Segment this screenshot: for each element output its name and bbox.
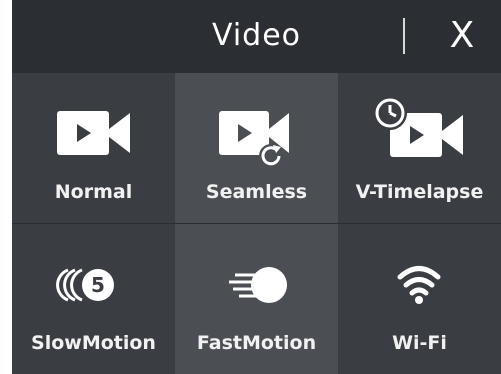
timelapse-camera-icon bbox=[373, 97, 463, 157]
header-bar: Video X bbox=[12, 0, 501, 78]
mode-label: FastMotion bbox=[196, 332, 317, 354]
mode-label: Seamless bbox=[205, 181, 308, 203]
mode-label: SlowMotion bbox=[31, 332, 156, 354]
mode-tile-seamless[interactable]: Seamless bbox=[175, 73, 338, 223]
mode-tile-slow-motion[interactable]: 5 SlowMotion bbox=[12, 224, 175, 374]
page-title: Video bbox=[211, 18, 302, 53]
mode-tile-wifi[interactable]: Wi-Fi bbox=[338, 224, 501, 374]
svg-text:5: 5 bbox=[91, 273, 105, 297]
video-camera-icon bbox=[57, 111, 130, 155]
mode-grid: Normal Seamless V-Timelapse 5 SlowMotion… bbox=[12, 73, 501, 374]
close-button[interactable]: X bbox=[442, 14, 482, 58]
mode-label: V-Timelapse bbox=[355, 181, 484, 203]
video-mode-screen: Video X Normal Seamless V-Timelapse 5 Sl… bbox=[12, 0, 501, 374]
mode-tile-normal[interactable]: Normal bbox=[12, 73, 175, 223]
mode-label: Normal bbox=[54, 181, 133, 203]
header-divider bbox=[403, 18, 405, 54]
mode-tile-v-timelapse[interactable]: V-Timelapse bbox=[338, 73, 501, 223]
mode-label: Wi-Fi bbox=[392, 332, 447, 354]
fast-motion-icon bbox=[229, 267, 287, 303]
wifi-icon bbox=[397, 266, 441, 304]
mode-tile-fast-motion[interactable]: FastMotion bbox=[175, 224, 338, 374]
video-loop-icon bbox=[219, 111, 289, 167]
slow-motion-icon: 5 bbox=[56, 268, 114, 302]
